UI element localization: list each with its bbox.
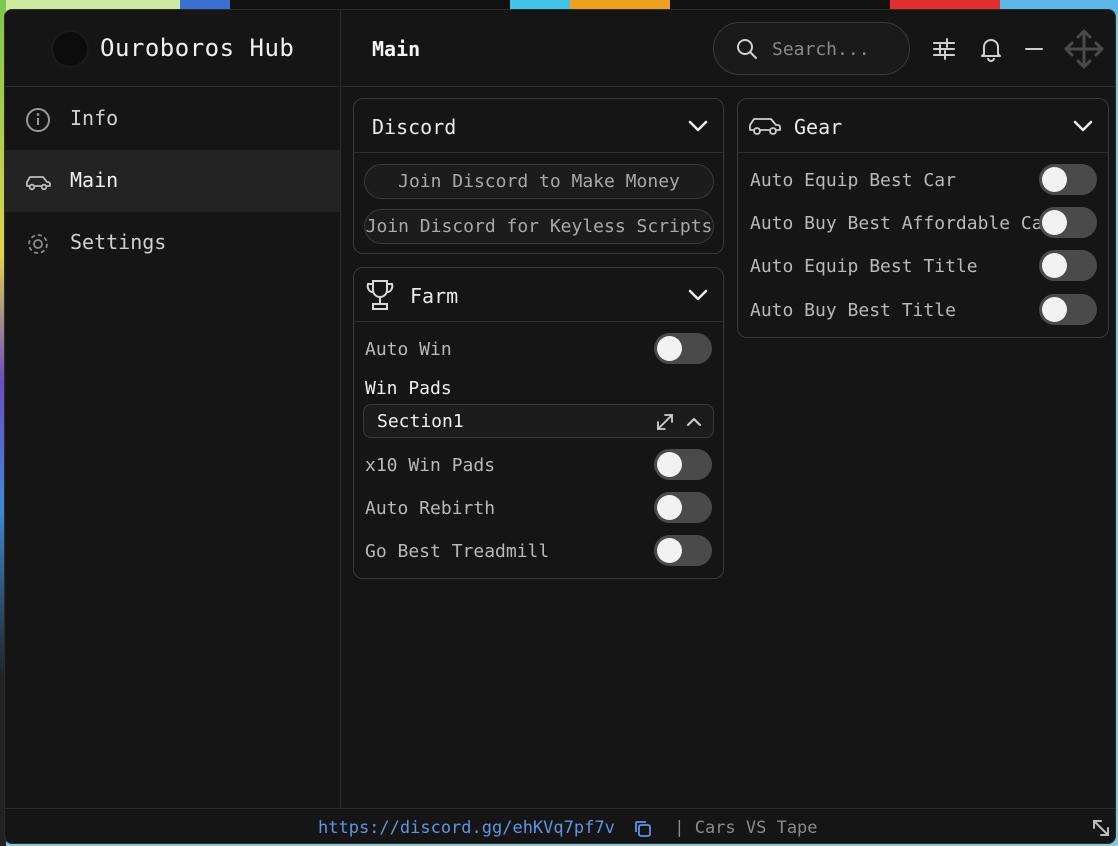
discord-link[interactable]: https://discord.gg/ehKVq7pf7v (318, 818, 615, 838)
chevron-up-icon[interactable] (684, 412, 704, 432)
search-input[interactable] (772, 36, 902, 62)
expand-icon[interactable] (654, 411, 676, 433)
minimize-icon[interactable] (1020, 35, 1048, 63)
toggle-label: Auto Win (365, 339, 452, 360)
move-icon[interactable] (1063, 28, 1105, 70)
status-bar: https://discord.gg/ehKVq7pf7v | Cars VS … (5, 808, 1115, 843)
search-icon (737, 39, 757, 59)
x10-win-pads-toggle[interactable] (654, 449, 712, 480)
gear-section-header[interactable]: Gear (738, 99, 1108, 153)
join-discord-keyless-button[interactable]: Join Discord for Keyless Scripts (364, 209, 714, 244)
toggle-knob (657, 336, 682, 361)
hub-logo-icon (51, 30, 89, 68)
auto-buy-best-title-toggle[interactable] (1039, 294, 1097, 325)
toggle-label: x10 Win Pads (365, 455, 496, 476)
sidebar-item-label: Info (70, 106, 119, 130)
title-bar: Ouroboros Hub Main (5, 10, 1115, 87)
auto-equip-best-title-toggle[interactable] (1039, 250, 1097, 281)
sidebar-item-settings[interactable]: Settings (5, 212, 340, 274)
toggle-knob (1042, 210, 1067, 235)
toggle-label: Go Best Treadmill (365, 541, 550, 562)
gear-section: Gear Auto Equip Best Car Auto Buy Best A… (737, 98, 1109, 338)
win-pads-heading: Win Pads (365, 378, 452, 399)
sidebar: Info Main Settings (5, 87, 341, 808)
car-icon (26, 176, 51, 191)
auto-equip-best-car-toggle[interactable] (1039, 164, 1097, 195)
app-name: Ouroboros Hub (100, 34, 295, 62)
auto-win-toggle[interactable] (654, 333, 712, 364)
toggle-knob (657, 495, 682, 520)
sidebar-item-main[interactable]: Main (5, 150, 340, 212)
toggle-knob (1042, 253, 1067, 278)
auto-rebirth-toggle[interactable] (654, 492, 712, 523)
win-pads-dropdown[interactable]: Section1 (363, 404, 714, 438)
car-icon (749, 118, 781, 135)
game-name-text: | Cars VS Tape (664, 818, 818, 838)
chevron-down-icon (1073, 120, 1093, 132)
toggle-label: Auto Equip Best Title (750, 256, 978, 277)
section-title: Gear (794, 115, 843, 139)
join-discord-money-button[interactable]: Join Discord to Make Money (364, 164, 714, 199)
dropdown-value: Section1 (377, 411, 464, 432)
toggle-knob (1042, 297, 1067, 322)
copy-icon[interactable] (633, 819, 653, 839)
search-box[interactable] (713, 22, 910, 75)
toggle-label: Auto Rebirth (365, 498, 496, 519)
brand-area: Ouroboros Hub (5, 10, 341, 87)
auto-buy-best-affordable-car-toggle[interactable] (1039, 207, 1097, 238)
toggle-knob (1042, 167, 1067, 192)
discord-section: Discord Join Discord to Make Money Join … (353, 98, 724, 254)
toggle-label: Auto Buy Best Title (750, 300, 956, 321)
section-title: Discord (372, 115, 457, 139)
hub-window: Ouroboros Hub Main Search... Info Main S… (4, 9, 1116, 844)
go-best-treadmill-toggle[interactable] (654, 535, 712, 566)
page-title: Main (372, 37, 421, 61)
bell-icon[interactable] (977, 35, 1005, 63)
toggle-knob (657, 452, 682, 477)
info-icon (26, 108, 50, 132)
farm-section: Farm Auto Win Win Pads Section1 x10 Win … (353, 267, 724, 579)
discord-section-header[interactable]: Discord (354, 99, 723, 153)
sidebar-item-label: Settings (70, 230, 167, 254)
toggle-label: Auto Buy Best Affordable Car (750, 213, 1054, 234)
chevron-down-icon (688, 289, 708, 301)
trophy-icon (366, 280, 394, 310)
resize-icon[interactable] (1090, 817, 1112, 839)
section-title: Farm (410, 284, 459, 308)
sidebar-item-label: Main (70, 168, 119, 192)
gear-icon (28, 234, 48, 254)
sliders-icon[interactable] (930, 35, 958, 63)
chevron-down-icon (688, 120, 708, 132)
farm-section-header[interactable]: Farm (354, 268, 723, 322)
sidebar-item-info[interactable]: Info (5, 88, 340, 150)
toggle-label: Auto Equip Best Car (750, 170, 956, 191)
toggle-knob (657, 538, 682, 563)
